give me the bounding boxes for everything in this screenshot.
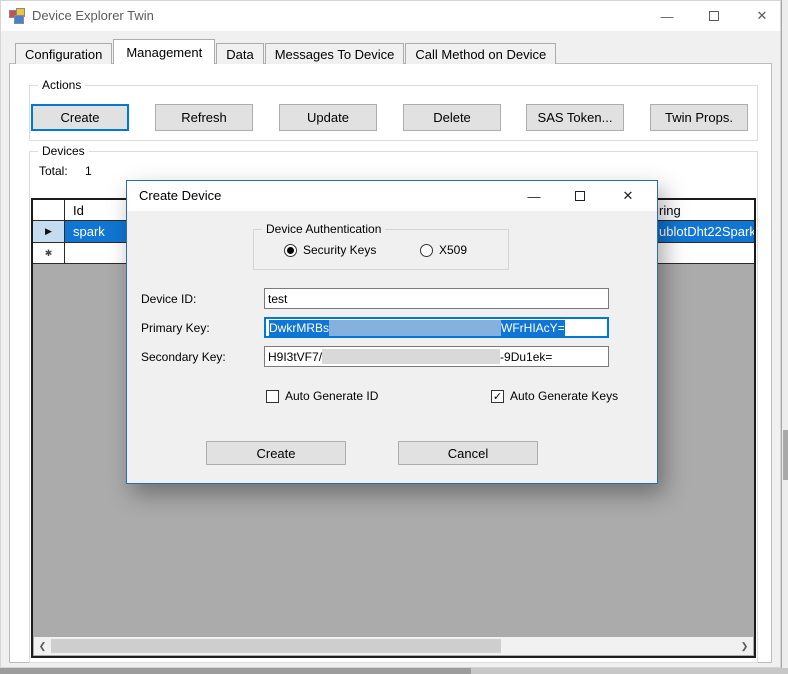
- auto-generate-keys-checkbox-icon: ✓: [491, 389, 504, 403]
- tab-strip: Configuration Management Data Messages T…: [15, 39, 557, 64]
- dialog-create-button[interactable]: Create: [206, 441, 346, 465]
- device-id-input[interactable]: test: [264, 288, 609, 309]
- tab-messages-to-device[interactable]: Messages To Device: [264, 43, 405, 64]
- maximize-icon: [709, 11, 719, 21]
- create-device-dialog: Create Device — ✕ Device Authentication …: [126, 180, 658, 484]
- secondary-key-value-start: H9I3tVF7/: [268, 349, 323, 364]
- grid-corner-header: [33, 200, 65, 221]
- dialog-close-icon: ✕: [622, 188, 634, 203]
- device-authentication-label: Device Authentication: [262, 222, 386, 236]
- radio-security-keys-icon: [284, 243, 297, 257]
- devices-group-label: Devices: [38, 144, 89, 158]
- grid-row1-header[interactable]: ▶: [33, 221, 65, 243]
- radio-security-keys[interactable]: Security Keys: [284, 243, 376, 257]
- dialog-maximize-button[interactable]: [561, 181, 599, 211]
- window-title: Device Explorer Twin: [32, 8, 154, 23]
- actions-group: Actions: [29, 78, 758, 141]
- app-icon-blue-square: [14, 15, 24, 24]
- new-row-icon: ✱: [44, 247, 53, 258]
- radio-security-keys-label: Security Keys: [303, 243, 377, 257]
- dialog-maximize-icon: [575, 191, 585, 201]
- refresh-button[interactable]: Refresh: [155, 104, 253, 131]
- app-icon: [9, 8, 26, 24]
- dialog-minimize-icon: —: [527, 188, 541, 204]
- auto-generate-id-checkbox[interactable]: Auto Generate ID: [266, 389, 378, 403]
- taskbar-strip-left: [0, 668, 471, 674]
- check-icon: ✓: [492, 390, 503, 403]
- secondary-key-input[interactable]: H9I3tVF7/ -9Du1ek=: [264, 346, 609, 367]
- device-id-label: Device ID:: [141, 292, 197, 306]
- update-button[interactable]: Update: [279, 104, 377, 131]
- primary-key-value-end: WFrHIAcY=: [501, 319, 565, 336]
- primary-key-label: Primary Key:: [141, 321, 210, 335]
- device-authentication-group: Device Authentication Security Keys X509: [253, 222, 509, 270]
- grid-row1-id-value: spark: [73, 224, 105, 239]
- secondary-key-value-end: -9Du1ek=: [500, 349, 553, 364]
- grid-horizontal-scrollbar[interactable]: ❮ ❯: [34, 637, 753, 655]
- maximize-button[interactable]: [694, 1, 734, 31]
- background-window-sliver: [781, 0, 788, 668]
- device-id-value: test: [268, 291, 288, 306]
- dialog-minimize-button[interactable]: —: [515, 181, 553, 211]
- actions-group-label: Actions: [38, 78, 86, 92]
- auto-generate-keys-label: Auto Generate Keys: [510, 389, 619, 403]
- auto-generate-id-label: Auto Generate ID: [285, 389, 379, 403]
- close-button[interactable]: ✕: [742, 1, 782, 31]
- close-icon: ✕: [756, 8, 768, 23]
- radio-x509[interactable]: X509: [420, 243, 467, 257]
- tab-call-method-on-device[interactable]: Call Method on Device: [405, 43, 557, 64]
- twin-props-button[interactable]: Twin Props.: [650, 104, 748, 131]
- tab-data[interactable]: Data: [216, 43, 264, 64]
- dialog-cancel-button[interactable]: Cancel: [398, 441, 538, 465]
- tab-configuration[interactable]: Configuration: [15, 43, 113, 64]
- taskbar-strip-right: [471, 668, 788, 674]
- radio-x509-label: X509: [439, 243, 468, 257]
- minimize-button[interactable]: —: [647, 1, 687, 31]
- total-value: 1: [85, 164, 92, 178]
- grid-row2-header[interactable]: ✱: [33, 243, 65, 264]
- dialog-title: Create Device: [139, 188, 222, 203]
- grid-row1-connectionstring-fragment: ublotDht22Spark.: [659, 224, 754, 239]
- background-scrollbar-thumb: [783, 430, 788, 480]
- primary-key-value-start: DwkrMRBs: [269, 319, 329, 336]
- secondary-key-label: Secondary Key:: [141, 350, 226, 364]
- radio-x509-icon: [420, 243, 433, 257]
- dialog-close-button[interactable]: ✕: [609, 181, 647, 211]
- main-title-bar: Device Explorer Twin — ✕: [1, 1, 780, 31]
- primary-key-redacted-segment: [329, 319, 501, 336]
- screen: Device Explorer Twin — ✕ Configuration M…: [0, 0, 788, 674]
- grid-header-id-label: Id: [73, 202, 84, 218]
- sas-token-button[interactable]: SAS Token...: [526, 104, 624, 131]
- total-label: Total:: [39, 164, 68, 178]
- create-button[interactable]: Create: [31, 104, 129, 131]
- auto-generate-id-checkbox-icon: [266, 389, 279, 403]
- auto-generate-keys-checkbox[interactable]: ✓ Auto Generate Keys: [491, 389, 618, 403]
- dialog-title-bar: Create Device — ✕: [127, 181, 657, 211]
- tab-management[interactable]: Management: [113, 39, 216, 64]
- primary-key-input[interactable]: DwkrMRBs WFrHIAcY=: [264, 317, 609, 338]
- grid-header-connectionstring-fragment: ring: [659, 202, 681, 218]
- secondary-key-redacted-segment: [322, 349, 501, 364]
- delete-button[interactable]: Delete: [403, 104, 501, 131]
- current-row-arrow-icon: ▶: [45, 226, 52, 236]
- scrollbar-thumb[interactable]: [51, 639, 501, 653]
- scroll-right-icon[interactable]: ❯: [736, 637, 753, 655]
- minimize-icon: —: [660, 8, 674, 24]
- scroll-left-icon[interactable]: ❮: [34, 637, 51, 655]
